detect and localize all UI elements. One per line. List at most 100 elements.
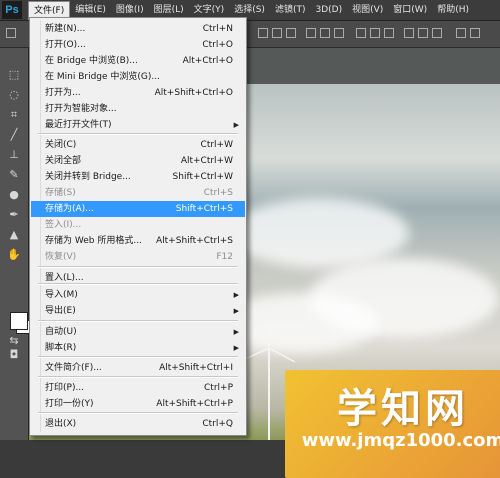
menu-item-label: 存储为(A)...: [45, 204, 94, 214]
distribute-icon[interactable]: [384, 28, 394, 38]
menu-item-label: 关闭全部: [45, 156, 82, 166]
menu-separator: [38, 356, 238, 358]
stamp-tool-icon[interactable]: ⊥: [6, 148, 22, 162]
menu-item-shortcut: F12: [216, 252, 233, 262]
distribute-icon[interactable]: [404, 28, 414, 38]
file-menu-item[interactable]: 存储为(A)... Shift+Ctrl+S: [31, 201, 245, 217]
menu-item-label: 存储为 Web 所用格式...: [45, 236, 142, 246]
menu-item-shortcut: Ctrl+S: [203, 188, 233, 198]
menubar-item[interactable]: 图层(L): [149, 1, 189, 19]
blur-tool-icon[interactable]: ●: [6, 188, 22, 202]
menubar-item[interactable]: 滤镜(T): [270, 1, 311, 19]
file-menu-item[interactable]: 脚本(R) ▶: [31, 340, 245, 356]
menubar-item[interactable]: 图像(I): [111, 1, 149, 19]
file-menu-item[interactable]: 打印(P)... Ctrl+P: [31, 380, 245, 396]
path-select-icon[interactable]: ▲: [6, 228, 22, 242]
menu-item-label: 导出(E): [45, 306, 76, 316]
distribute-icon[interactable]: [456, 28, 466, 38]
menu-item-label: 自动(U): [45, 327, 77, 337]
file-menu-item[interactable]: 自动(U) ▶: [31, 324, 245, 340]
menu-item-shortcut: Alt+Shift+Ctrl+P: [156, 399, 233, 409]
file-menu-item[interactable]: 打开为... Alt+Shift+Ctrl+O: [31, 85, 245, 101]
menu-item-label: 存储(S): [45, 188, 76, 198]
menu-item-label: 脚本(R): [45, 343, 77, 353]
file-menu-item[interactable]: 关闭并转到 Bridge... Shift+Ctrl+W: [31, 169, 245, 185]
file-menu-item[interactable]: 关闭全部 Alt+Ctrl+W: [31, 153, 245, 169]
file-menu-item[interactable]: 导入(M) ▶: [31, 287, 245, 303]
menu-item-label: 打开为智能对象...: [45, 104, 117, 114]
file-menu-item[interactable]: 最近打开文件(T) ▶: [31, 117, 245, 133]
menubar-item[interactable]: 3D(D): [310, 1, 347, 19]
menubar-item[interactable]: 帮助(H): [432, 1, 474, 19]
menu-item-label: 置入(L)...: [45, 273, 84, 283]
menu-item-label: 关闭并转到 Bridge...: [45, 172, 131, 182]
file-menu-item[interactable]: 导出(E) ▶: [31, 303, 245, 319]
menu-item-shortcut: Alt+Shift+Ctrl+O: [154, 88, 233, 98]
file-menu-item[interactable]: 新建(N)... Ctrl+N: [31, 21, 245, 37]
file-menu-item[interactable]: 打印一份(Y) Alt+Shift+Ctrl+P: [31, 396, 245, 412]
brush-tool-icon[interactable]: ✎: [6, 168, 22, 182]
crop-tool-icon[interactable]: ⌗: [6, 108, 22, 122]
submenu-arrow-icon: ▶: [233, 291, 239, 299]
distribute-icon[interactable]: [470, 28, 480, 38]
align-icon[interactable]: [306, 28, 316, 38]
submenu-arrow-icon: ▶: [233, 328, 239, 336]
menu-item-label: 恢复(V): [45, 252, 77, 262]
file-menu-item[interactable]: 在 Bridge 中浏览(B)... Alt+Ctrl+O: [31, 53, 245, 69]
file-menu-item[interactable]: 在 Mini Bridge 中浏览(G)...: [31, 69, 245, 85]
menu-item-shortcut: Alt+Shift+Ctrl+I: [159, 363, 233, 373]
watermark-url: www.jmqz1000.com: [301, 430, 500, 451]
align-icon[interactable]: [320, 28, 330, 38]
menubar-item[interactable]: 编辑(E): [70, 1, 111, 19]
file-menu-item[interactable]: 存储为 Web 所用格式... Alt+Shift+Ctrl+S: [31, 233, 245, 249]
align-icon[interactable]: [334, 28, 344, 38]
distribute-icon[interactable]: [418, 28, 428, 38]
menu-item-shortcut: Ctrl+Q: [202, 419, 233, 429]
photoshop-logo[interactable]: Ps: [2, 1, 22, 19]
file-menu-item[interactable]: 打开(O)... Ctrl+O: [31, 37, 245, 53]
foreground-color-swatch[interactable]: [10, 312, 28, 330]
submenu-arrow-icon: ▶: [233, 121, 239, 129]
menu-item-shortcut: Alt+Ctrl+W: [180, 156, 233, 166]
distribute-icon[interactable]: [370, 28, 380, 38]
watermark-logo: 学知网 www.jmqz1000.com: [285, 370, 500, 478]
align-icon[interactable]: [286, 28, 296, 38]
swap-colors-icon[interactable]: ⇆: [6, 334, 22, 348]
menu-item-label: 在 Bridge 中浏览(B)...: [45, 56, 138, 66]
file-menu-item[interactable]: 打开为智能对象...: [31, 101, 245, 117]
align-icon[interactable]: [272, 28, 282, 38]
menubar-item[interactable]: 选择(S): [229, 1, 270, 19]
menu-item-label: 打开为...: [45, 88, 81, 98]
menubar-item[interactable]: 窗口(W): [388, 1, 432, 19]
menu-separator: [38, 376, 238, 378]
hand-tool-icon[interactable]: ✋: [6, 248, 22, 262]
menu-item-label: 打印(P)...: [45, 383, 85, 393]
file-menu-item[interactable]: 关闭(C) Ctrl+W: [31, 137, 245, 153]
marquee-tool-icon[interactable]: ⬚: [6, 68, 22, 82]
file-menu-item[interactable]: 置入(L)...: [31, 270, 245, 286]
menu-item-label: 最近打开文件(T): [45, 120, 112, 130]
file-menu-dropdown: 新建(N)... Ctrl+N 打开(O)... Ctrl+O 在 Bridge 中浏览…: [29, 17, 247, 436]
align-icon[interactable]: [258, 28, 268, 38]
file-menu-item: 签入(I)...: [31, 217, 245, 233]
menu-item-shortcut: Ctrl+P: [204, 383, 233, 393]
file-menu-item[interactable]: 退出(X) Ctrl+Q: [31, 416, 245, 432]
file-menu-item[interactable]: 文件简介(F)... Alt+Shift+Ctrl+I: [31, 360, 245, 376]
file-menu-item: 恢复(V) F12: [31, 249, 245, 265]
pen-tool-icon[interactable]: ✒: [6, 208, 22, 222]
eyedropper-tool-icon[interactable]: ╱: [6, 128, 22, 142]
move-tool-icon[interactable]: [6, 28, 16, 38]
menu-item-shortcut: Shift+Ctrl+W: [172, 172, 233, 182]
menu-item-label: 导入(M): [45, 290, 78, 300]
menu-item-label: 关闭(C): [45, 140, 77, 150]
distribute-icon[interactable]: [356, 28, 366, 38]
quick-mask-icon[interactable]: ◘: [6, 348, 22, 362]
submenu-arrow-icon: ▶: [233, 344, 239, 352]
menu-item-shortcut: Alt+Shift+Ctrl+S: [156, 236, 233, 246]
menu-item-shortcut: Alt+Ctrl+O: [182, 56, 233, 66]
menubar-item[interactable]: 视图(V): [347, 1, 388, 19]
menubar-item[interactable]: 文字(Y): [189, 1, 230, 19]
distribute-icon[interactable]: [432, 28, 442, 38]
menu-item-label: 打开(O)...: [45, 40, 86, 50]
lasso-tool-icon[interactable]: ◌: [6, 88, 22, 102]
